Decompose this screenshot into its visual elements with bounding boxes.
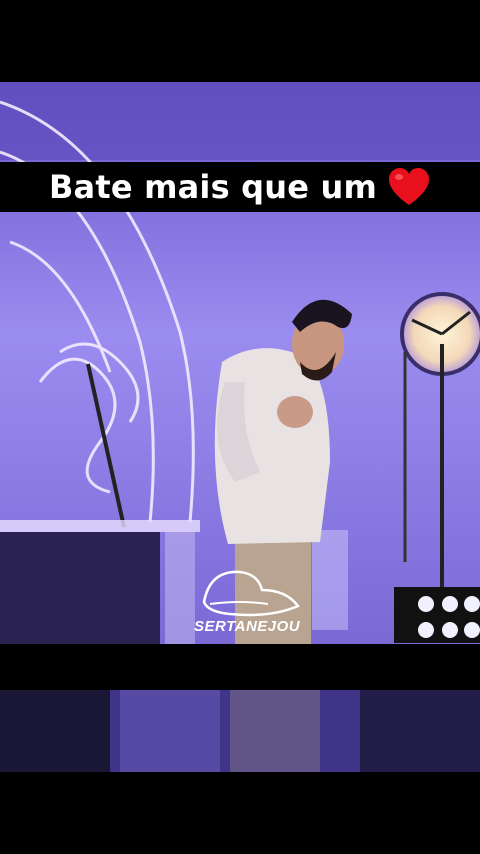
video-reflection xyxy=(0,690,480,772)
watermark-text: SERTANEJOU xyxy=(194,618,301,635)
top-letterbox xyxy=(0,0,480,82)
caption-text: Bate mais que um xyxy=(48,168,378,206)
table-top xyxy=(0,520,200,532)
heart-icon xyxy=(389,168,430,205)
bottom-letterbox xyxy=(0,772,480,854)
caption-band: Bate mais que um xyxy=(0,162,480,212)
ceiling xyxy=(0,82,480,160)
middle-letterbox xyxy=(0,644,480,690)
watermark-logo: SERTANEJOU xyxy=(190,560,310,640)
hat-icon xyxy=(202,570,300,617)
keyboard-stand xyxy=(0,532,160,644)
